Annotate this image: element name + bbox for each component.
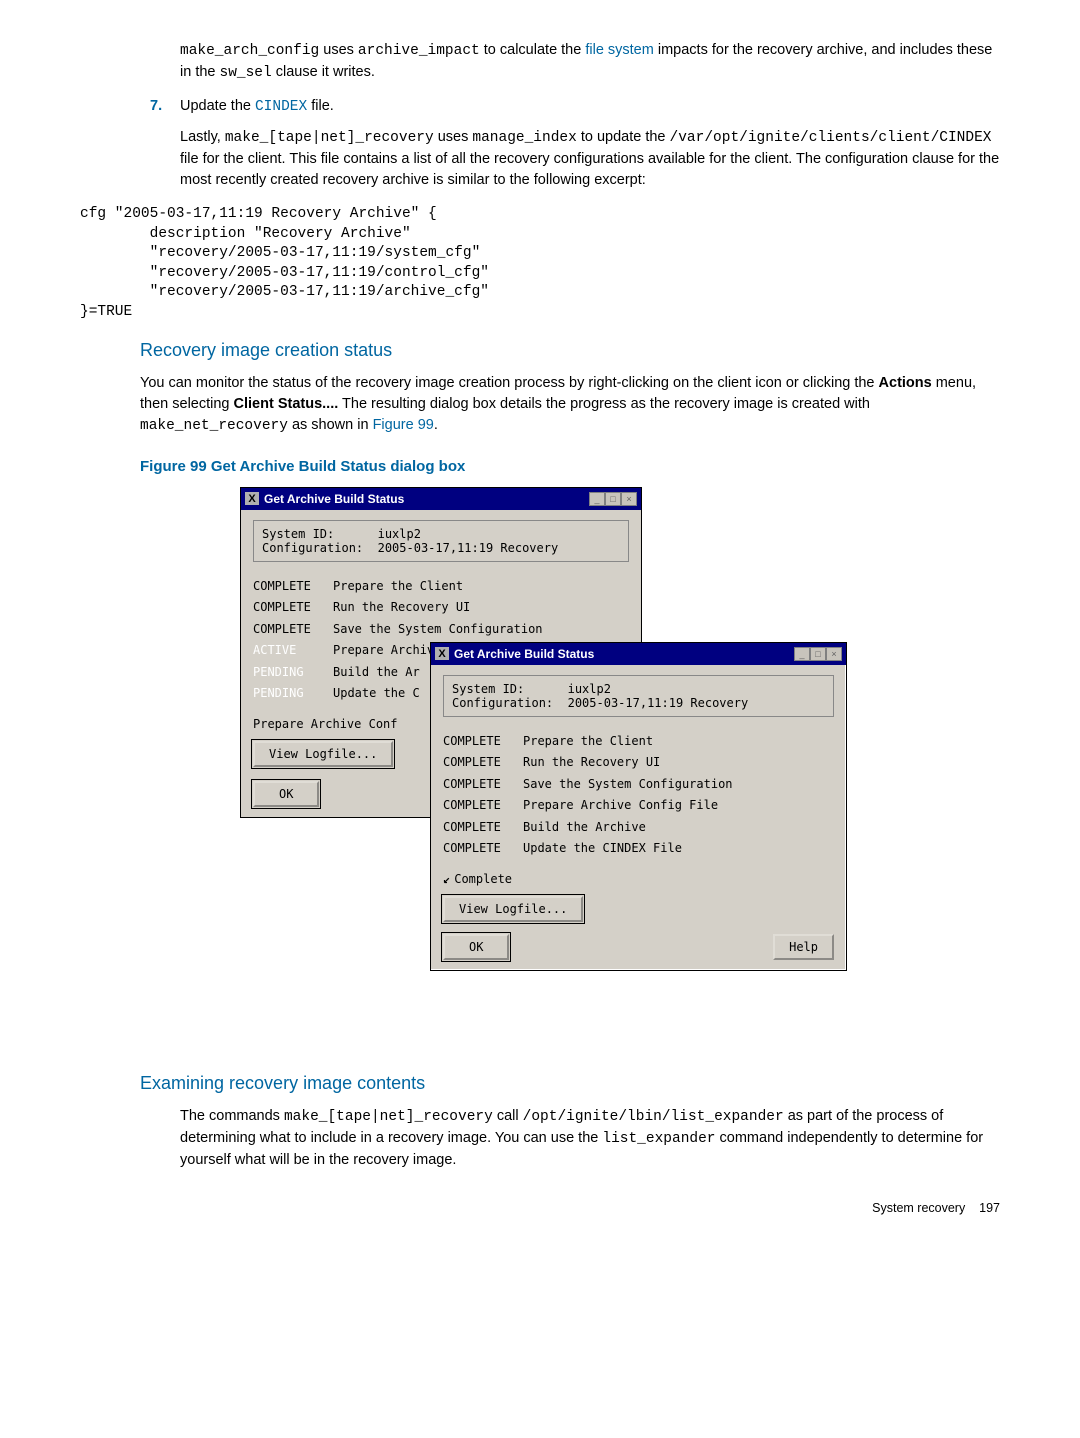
view-logfile-button[interactable]: View Logfile...: [443, 896, 583, 922]
code: archive_impact: [358, 43, 480, 59]
ok-button[interactable]: OK: [443, 934, 509, 960]
status-list: COMPLETEPrepare the Client COMPLETERun t…: [443, 731, 834, 861]
titlebar[interactable]: X Get Archive Build Status _ □ ×: [431, 643, 846, 665]
system-info: System ID: iuxlp2 Configuration: 2005-03…: [253, 520, 629, 562]
examining-paragraph: The commands make_[tape|net]_recovery ca…: [180, 1106, 1000, 1171]
status-row: COMPLETERun the Recovery UI: [443, 752, 834, 774]
minimize-icon[interactable]: _: [589, 492, 605, 506]
window-title: Get Archive Build Status: [264, 492, 404, 506]
status-row: COMPLETESave the System Configuration: [253, 619, 629, 641]
figure-99: X Get Archive Build Status _ □ × System …: [240, 487, 1000, 1067]
status-row: COMPLETEPrepare the Client: [253, 576, 629, 598]
ok-button[interactable]: OK: [253, 781, 319, 807]
page-footer: System recovery 197: [80, 1201, 1000, 1215]
link-file-system[interactable]: file system: [585, 42, 654, 58]
dialog-build-status-2: X Get Archive Build Status _ □ × System …: [430, 642, 847, 972]
section-heading-examining: Examining recovery image contents: [140, 1073, 1000, 1094]
maximize-icon[interactable]: □: [810, 647, 826, 661]
titlebar[interactable]: X Get Archive Build Status _ □ ×: [241, 488, 641, 510]
progress-text: Complete: [443, 872, 834, 886]
intro-paragraph: make_arch_config uses archive_impact to …: [180, 40, 1000, 84]
maximize-icon[interactable]: □: [605, 492, 621, 506]
complete-icon: [443, 872, 454, 886]
figure-caption: Figure 99 Get Archive Build Status dialo…: [140, 458, 1000, 475]
close-icon[interactable]: ×: [826, 647, 842, 661]
code: sw_sel: [220, 65, 272, 81]
app-icon: X: [435, 647, 449, 660]
step-paragraph: Lastly, make_[tape|net]_recovery uses ma…: [180, 127, 1000, 191]
status-row: COMPLETEBuild the Archive: [443, 817, 834, 839]
step-title: Update the CINDEX file.: [180, 98, 1000, 115]
status-row: COMPLETEUpdate the CINDEX File: [443, 838, 834, 860]
window-title: Get Archive Build Status: [454, 647, 594, 661]
system-info: System ID: iuxlp2 Configuration: 2005-03…: [443, 675, 834, 717]
status-paragraph: You can monitor the status of the recove…: [140, 373, 1000, 437]
status-row: COMPLETESave the System Configuration: [443, 774, 834, 796]
app-icon: X: [245, 492, 259, 505]
section-heading-status: Recovery image creation status: [140, 340, 1000, 361]
status-row: COMPLETEPrepare Archive Config File: [443, 795, 834, 817]
close-icon[interactable]: ×: [621, 492, 637, 506]
code-link[interactable]: CINDEX: [255, 99, 307, 115]
help-button[interactable]: Help: [773, 934, 834, 960]
code-block: cfg "2005-03-17,11:19 Recovery Archive" …: [80, 205, 1000, 322]
view-logfile-button[interactable]: View Logfile...: [253, 741, 393, 767]
link-figure-99[interactable]: Figure 99: [373, 417, 434, 433]
step-number: 7.: [150, 98, 180, 115]
code: make_arch_config: [180, 43, 319, 59]
status-row: COMPLETEPrepare the Client: [443, 731, 834, 753]
status-row: COMPLETERun the Recovery UI: [253, 597, 629, 619]
minimize-icon[interactable]: _: [794, 647, 810, 661]
